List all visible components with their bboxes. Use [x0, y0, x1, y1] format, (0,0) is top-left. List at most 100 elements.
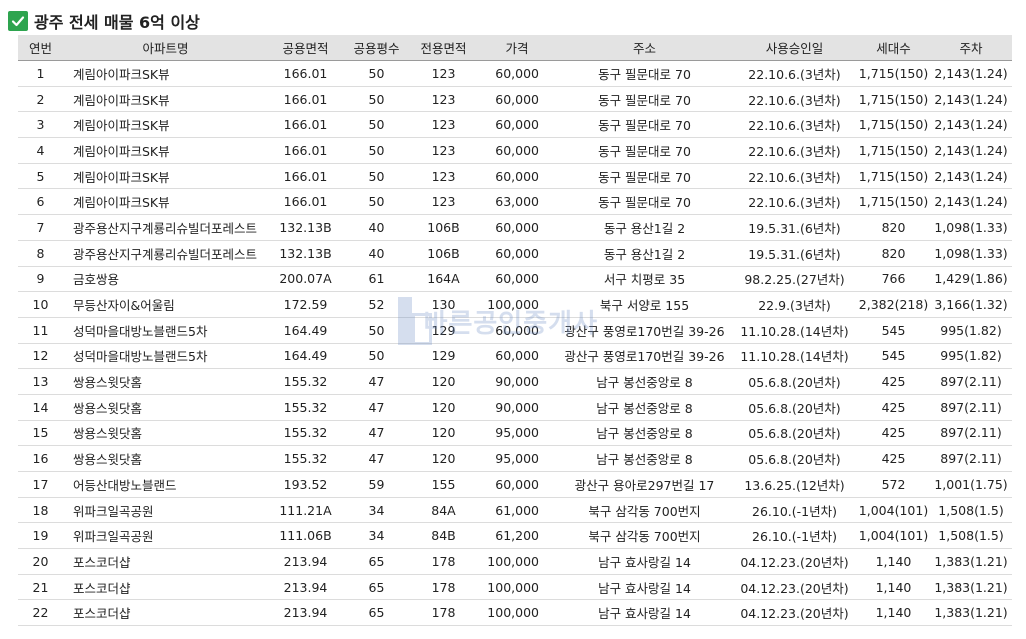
- exclusive-area-cell: 129: [410, 317, 477, 344]
- supply-area-cell: 213.94: [268, 548, 343, 575]
- row-number-cell: 18: [18, 497, 63, 524]
- supply-pyeong-cell: 65: [343, 574, 410, 601]
- parking-cell: 1,508(1.5): [930, 522, 1012, 550]
- supply-pyeong-cell: 65: [343, 599, 410, 627]
- apartment-name-cell: 무등산자이&어울림: [63, 291, 268, 318]
- apartment-name-cell: 쌍용스윗닷홈: [63, 445, 268, 472]
- table-row: 16 쌍용스윗닷홈 155.32 47 120 95,000 남구 봉선중앙로 8 05.6.…: [18, 445, 1012, 472]
- address-cell: 광산구 풍영로170번길 39-26: [557, 317, 732, 344]
- supply-pyeong-cell: 40: [343, 214, 410, 241]
- address-cell: 남구 효사랑길 14: [557, 599, 732, 627]
- supply-area-cell: 164.49: [268, 343, 343, 370]
- table-row: 3 계림아이파크SK뷰 166.01 50 123 60,000 동구 필문대로 70 22.…: [18, 111, 1012, 139]
- apartment-name-cell: 쌍용스윗닷홈: [63, 420, 268, 447]
- column-header: 아파트명: [63, 35, 268, 61]
- supply-area-cell: 132.13B: [268, 214, 343, 241]
- parking-cell: 2,143(1.24): [930, 137, 1012, 164]
- approval-date-cell: 22.9.(3년차): [732, 291, 857, 318]
- approval-date-cell: 98.2.25.(27년차): [732, 266, 857, 293]
- parking-cell: 1,383(1.21): [930, 599, 1012, 627]
- exclusive-area-cell: 155: [410, 471, 477, 498]
- table-row: 21 포스코더샵 213.94 65 178 100,000 남구 효사랑길 14 04.12…: [18, 574, 1012, 601]
- apartment-name-cell: 계림아이파크SK뷰: [63, 111, 268, 139]
- address-cell: 북구 삼각동 700번지: [557, 522, 732, 550]
- row-number-cell: 9: [18, 266, 63, 293]
- approval-date-cell: 19.5.31.(6년차): [732, 240, 857, 267]
- row-number-cell: 6: [18, 188, 63, 216]
- households-cell: 1,715(150): [857, 60, 930, 87]
- exclusive-area-cell: 84B: [410, 522, 477, 550]
- households-cell: 1,715(150): [857, 86, 930, 113]
- apartment-name-cell: 광주용산지구계룡리슈빌더포레스트: [63, 240, 268, 267]
- address-cell: 동구 용산1길 2: [557, 240, 732, 267]
- parking-cell: 1,098(1.33): [930, 240, 1012, 267]
- column-header: 전용면적: [410, 35, 477, 61]
- price-cell: 90,000: [477, 394, 557, 421]
- approval-date-cell: 22.10.6.(3년차): [732, 86, 857, 113]
- parking-cell: 897(2.11): [930, 368, 1012, 395]
- row-number-cell: 4: [18, 137, 63, 164]
- supply-area-cell: 155.32: [268, 368, 343, 395]
- parking-cell: 3,166(1.32): [930, 291, 1012, 318]
- apartment-name-cell: 계림아이파크SK뷰: [63, 86, 268, 113]
- price-cell: 60,000: [477, 60, 557, 87]
- row-number-cell: 16: [18, 445, 63, 472]
- checkbox-checked-icon: [8, 11, 28, 31]
- approval-date-cell: 05.6.8.(20년차): [732, 420, 857, 447]
- address-cell: 남구 효사랑길 14: [557, 548, 732, 575]
- households-cell: 1,140: [857, 574, 930, 601]
- exclusive-area-cell: 123: [410, 86, 477, 113]
- address-cell: 동구 용산1길 2: [557, 214, 732, 241]
- households-cell: 1,140: [857, 548, 930, 575]
- exclusive-area-cell: 123: [410, 163, 477, 190]
- approval-date-cell: 04.12.23.(20년차): [732, 574, 857, 601]
- parking-cell: 2,143(1.24): [930, 60, 1012, 87]
- row-number-cell: 22: [18, 599, 63, 627]
- price-cell: 100,000: [477, 574, 557, 601]
- page-title: 광주 전세 매물 6억 이상: [34, 13, 200, 32]
- approval-date-cell: 11.10.28.(14년차): [732, 317, 857, 344]
- address-cell: 동구 필문대로 70: [557, 111, 732, 139]
- row-number-cell: 2: [18, 86, 63, 113]
- parking-cell: 2,143(1.24): [930, 86, 1012, 113]
- apartment-name-cell: 포스코더샵: [63, 548, 268, 575]
- households-cell: 572: [857, 471, 930, 498]
- address-cell: 동구 필문대로 70: [557, 137, 732, 164]
- address-cell: 북구 서양로 155: [557, 291, 732, 318]
- households-cell: 425: [857, 420, 930, 447]
- exclusive-area-cell: 123: [410, 188, 477, 216]
- supply-pyeong-cell: 47: [343, 445, 410, 472]
- price-cell: 60,000: [477, 163, 557, 190]
- households-cell: 425: [857, 368, 930, 395]
- parking-cell: 1,098(1.33): [930, 214, 1012, 241]
- table-row: 7 광주용산지구계룡리슈빌더포레스트 132.13B 40 106B 60,000 동구 용…: [18, 214, 1012, 241]
- row-number-cell: 3: [18, 111, 63, 139]
- table-body: 1 계림아이파크SK뷰 166.01 50 123 60,000 동구 필문대로 70 22.…: [18, 60, 1012, 627]
- parking-cell: 2,143(1.24): [930, 111, 1012, 139]
- price-cell: 100,000: [477, 548, 557, 575]
- price-cell: 60,000: [477, 343, 557, 370]
- column-header: 가격: [477, 35, 557, 61]
- supply-pyeong-cell: 65: [343, 548, 410, 575]
- row-number-cell: 1: [18, 60, 63, 87]
- row-number-cell: 8: [18, 240, 63, 267]
- price-cell: 60,000: [477, 317, 557, 344]
- row-number-cell: 19: [18, 522, 63, 550]
- apartment-name-cell: 위파크일곡공원: [63, 497, 268, 524]
- table-row: 8 광주용산지구계룡리슈빌더포레스트 132.13B 40 106B 60,000 동구 용…: [18, 240, 1012, 267]
- table-row: 20 포스코더샵 213.94 65 178 100,000 남구 효사랑길 14 04.12…: [18, 548, 1012, 575]
- address-cell: 동구 필문대로 70: [557, 163, 732, 190]
- table-row: 17 어등산대방노블랜드 193.52 59 155 60,000 광산구 용아로297번길…: [18, 471, 1012, 498]
- parking-cell: 1,383(1.21): [930, 548, 1012, 575]
- parking-cell: 897(2.11): [930, 445, 1012, 472]
- table-row: 14 쌍용스윗닷홈 155.32 47 120 90,000 남구 봉선중앙로 8 05.6.…: [18, 394, 1012, 421]
- table-row: 2 계림아이파크SK뷰 166.01 50 123 60,000 동구 필문대로 70 22.…: [18, 86, 1012, 113]
- households-cell: 1,715(150): [857, 111, 930, 139]
- supply-area-cell: 155.32: [268, 420, 343, 447]
- approval-date-cell: 05.6.8.(20년차): [732, 445, 857, 472]
- table-row: 4 계림아이파크SK뷰 166.01 50 123 60,000 동구 필문대로 70 22.…: [18, 137, 1012, 164]
- parking-cell: 1,508(1.5): [930, 497, 1012, 524]
- households-cell: 1,715(150): [857, 163, 930, 190]
- row-number-cell: 11: [18, 317, 63, 344]
- apartment-name-cell: 금호쌍용: [63, 266, 268, 293]
